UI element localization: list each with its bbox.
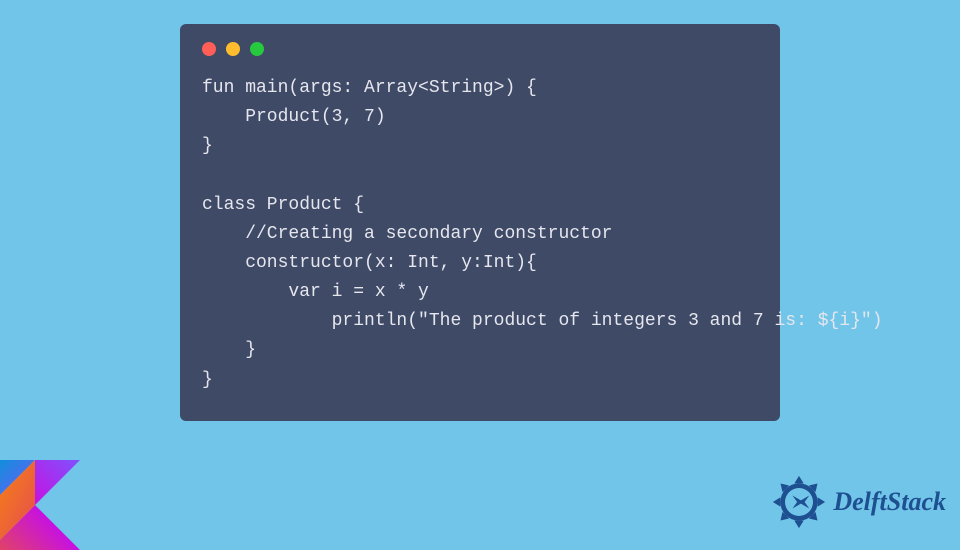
code-window: fun main(args: Array<String>) { Product(…: [180, 24, 780, 421]
gear-icon: [771, 474, 827, 530]
kotlin-logo-icon: [0, 460, 80, 550]
maximize-icon: [250, 42, 264, 56]
code-block: fun main(args: Array<String>) { Product(…: [202, 74, 758, 395]
close-icon: [202, 42, 216, 56]
delftstack-logo: DelftStack: [771, 474, 946, 530]
window-traffic-lights: [202, 42, 758, 56]
minimize-icon: [226, 42, 240, 56]
brand-name: DelftStack: [833, 487, 946, 517]
